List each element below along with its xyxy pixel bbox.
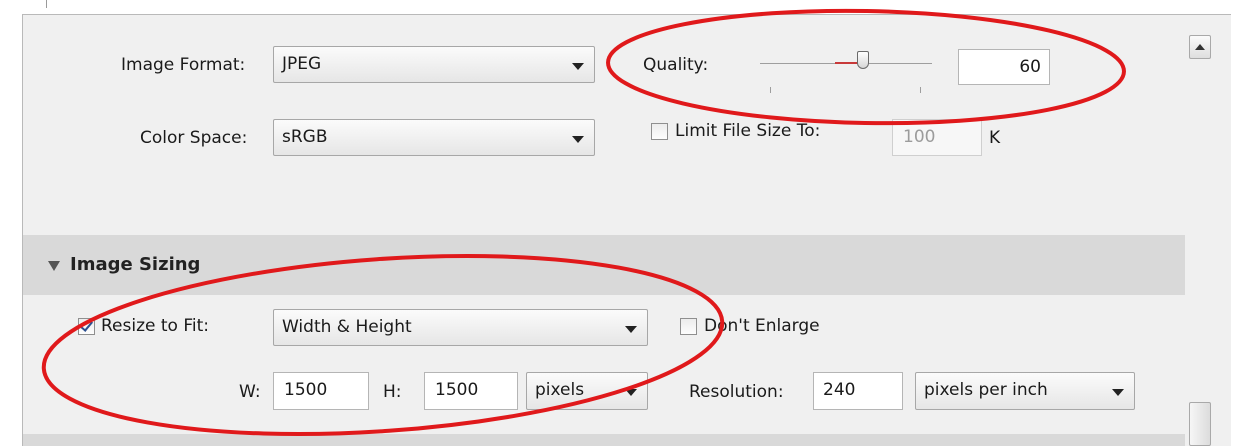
next-section-header[interactable] — [23, 434, 1185, 446]
size-units-value: pixels — [535, 380, 585, 400]
chevron-down-icon — [1112, 389, 1124, 396]
image-sizing-section-header[interactable]: Image Sizing — [23, 235, 1185, 295]
height-value: 1500 — [435, 380, 479, 400]
scroll-up-arrow-icon[interactable] — [1189, 35, 1211, 59]
export-settings-panel: Image Format: JPEG Quality: 60 Color Spa… — [22, 14, 1231, 446]
width-label: W: — [239, 382, 261, 402]
resize-to-fit-label: Resize to Fit: — [101, 316, 210, 336]
chevron-down-icon — [572, 136, 584, 143]
limit-file-size-checkbox[interactable] — [651, 123, 668, 140]
limit-file-size-value: 100 — [903, 127, 936, 147]
quality-input[interactable]: 60 — [958, 49, 1050, 85]
vertical-scrollbar[interactable] — [1185, 15, 1231, 446]
resize-mode-select[interactable]: Width & Height — [273, 309, 648, 346]
quality-slider-tick-max — [920, 87, 921, 93]
color-space-value: sRGB — [282, 127, 328, 147]
quality-slider-thumb[interactable] — [857, 51, 870, 69]
triangle-down-icon[interactable] — [48, 261, 60, 271]
dont-enlarge-checkbox[interactable] — [680, 318, 697, 335]
resolution-units-select[interactable]: pixels per inch — [915, 372, 1135, 410]
height-input[interactable]: 1500 — [424, 372, 518, 410]
scrollbar-thumb[interactable] — [1189, 402, 1211, 446]
resize-to-fit-checkbox[interactable] — [78, 318, 95, 335]
limit-file-size-label: Limit File Size To: — [675, 121, 821, 141]
chevron-down-icon — [625, 389, 637, 396]
width-value: 1500 — [284, 380, 328, 400]
chevron-down-icon — [572, 63, 584, 70]
settings-content: Image Format: JPEG Quality: 60 Color Spa… — [23, 15, 1185, 446]
quality-slider-tick-min — [770, 87, 771, 93]
size-units-select[interactable]: pixels — [526, 372, 648, 410]
height-label: H: — [383, 382, 402, 402]
quality-value: 60 — [1019, 57, 1041, 77]
color-space-label: Color Space: — [140, 128, 248, 148]
resize-mode-value: Width & Height — [282, 317, 412, 337]
resolution-label: Resolution: — [689, 382, 784, 402]
image-sizing-title: Image Sizing — [70, 254, 201, 275]
quality-label: Quality: — [643, 55, 709, 75]
color-space-select[interactable]: sRGB — [273, 119, 595, 156]
image-format-label: Image Format: — [121, 55, 246, 75]
chevron-down-icon — [625, 326, 637, 333]
resolution-units-value: pixels per inch — [924, 380, 1048, 400]
resolution-value: 240 — [823, 380, 856, 400]
top-left-tick — [46, 0, 47, 8]
image-format-value: JPEG — [282, 54, 322, 74]
image-format-select[interactable]: JPEG — [273, 46, 595, 83]
resolution-input[interactable]: 240 — [813, 372, 903, 410]
limit-file-size-input[interactable]: 100 — [892, 119, 982, 156]
limit-file-size-unit: K — [989, 128, 1001, 148]
dont-enlarge-label: Don't Enlarge — [704, 316, 820, 336]
width-input[interactable]: 1500 — [273, 372, 369, 410]
